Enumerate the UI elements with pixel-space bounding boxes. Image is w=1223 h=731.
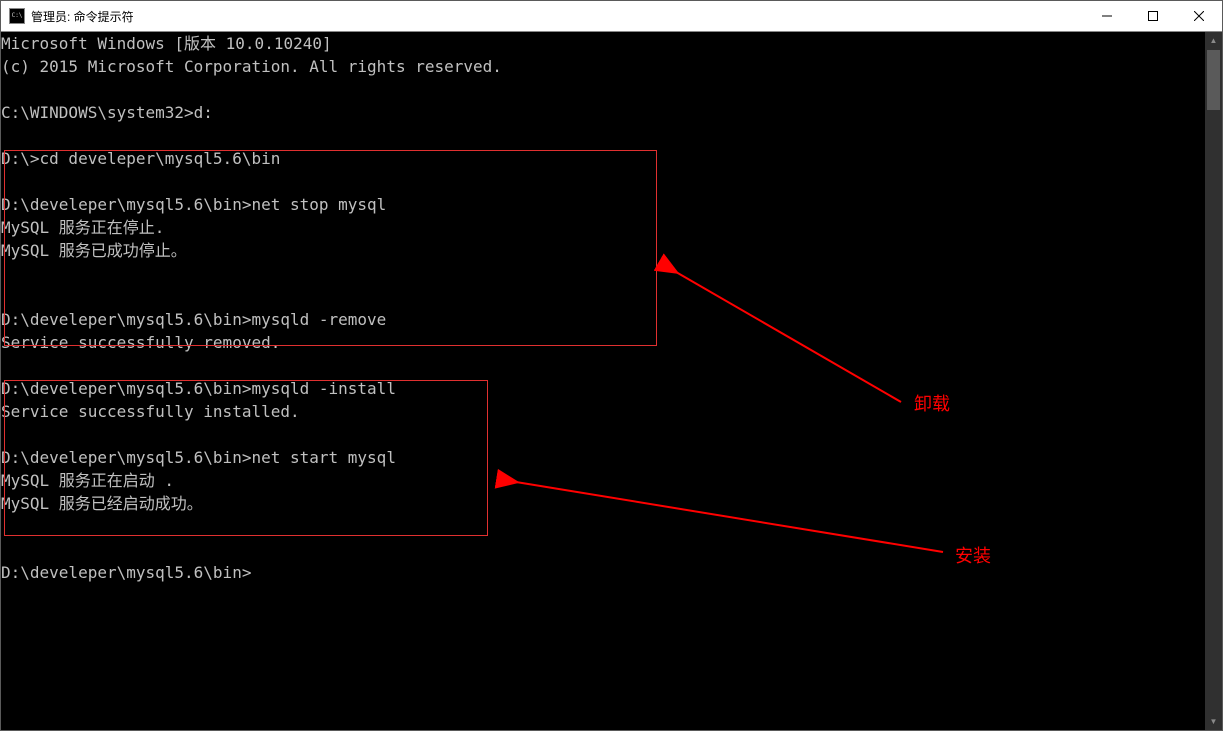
- titlebar[interactable]: 管理员: 命令提示符: [1, 1, 1222, 32]
- minimize-button[interactable]: [1084, 1, 1130, 31]
- terminal-line: Service successfully installed.: [1, 402, 300, 421]
- window-title: 管理员: 命令提示符: [31, 8, 134, 25]
- terminal-output: Microsoft Windows [版本 10.0.10240] (c) 20…: [1, 32, 502, 584]
- terminal-line: MySQL 服务正在启动 .: [1, 471, 174, 490]
- minimize-icon: [1102, 11, 1112, 21]
- terminal-line: C:\WINDOWS\system32>d:: [1, 103, 213, 122]
- scroll-down-arrow-icon[interactable]: ▼: [1205, 713, 1222, 730]
- command-prompt-window: 管理员: 命令提示符 Microsoft Windows [版本 10.0.10…: [0, 0, 1223, 731]
- scroll-thumb[interactable]: [1207, 50, 1220, 110]
- terminal-line: D:\>cd develeper\mysql5.6\bin: [1, 149, 280, 168]
- maximize-button[interactable]: [1130, 1, 1176, 31]
- terminal-line: Service successfully removed.: [1, 333, 280, 352]
- terminal-line: D:\develeper\mysql5.6\bin>net start mysq…: [1, 448, 396, 467]
- terminal-line: D:\develeper\mysql5.6\bin>net stop mysql: [1, 195, 386, 214]
- scroll-up-arrow-icon[interactable]: ▲: [1205, 32, 1222, 49]
- close-icon: [1194, 11, 1204, 21]
- annotation-label-uninstall: 卸载: [914, 390, 950, 416]
- terminal-line: (c) 2015 Microsoft Corporation. All righ…: [1, 57, 502, 76]
- terminal-line: MySQL 服务正在停止.: [1, 218, 164, 237]
- close-button[interactable]: [1176, 1, 1222, 31]
- vertical-scrollbar[interactable]: ▲ ▼: [1205, 32, 1222, 730]
- terminal-line: MySQL 服务已成功停止。: [1, 241, 187, 260]
- cmd-icon: [9, 8, 25, 24]
- maximize-icon: [1148, 11, 1158, 21]
- terminal-line: D:\develeper\mysql5.6\bin>mysqld -remove: [1, 310, 386, 329]
- annotation-label-install: 安装: [955, 542, 991, 568]
- terminal-line: Microsoft Windows [版本 10.0.10240]: [1, 34, 332, 53]
- terminal-line: D:\develeper\mysql5.6\bin>: [1, 563, 251, 582]
- terminal-area[interactable]: Microsoft Windows [版本 10.0.10240] (c) 20…: [1, 32, 1222, 730]
- terminal-line: D:\develeper\mysql5.6\bin>mysqld -instal…: [1, 379, 396, 398]
- terminal-line: MySQL 服务已经启动成功。: [1, 494, 203, 513]
